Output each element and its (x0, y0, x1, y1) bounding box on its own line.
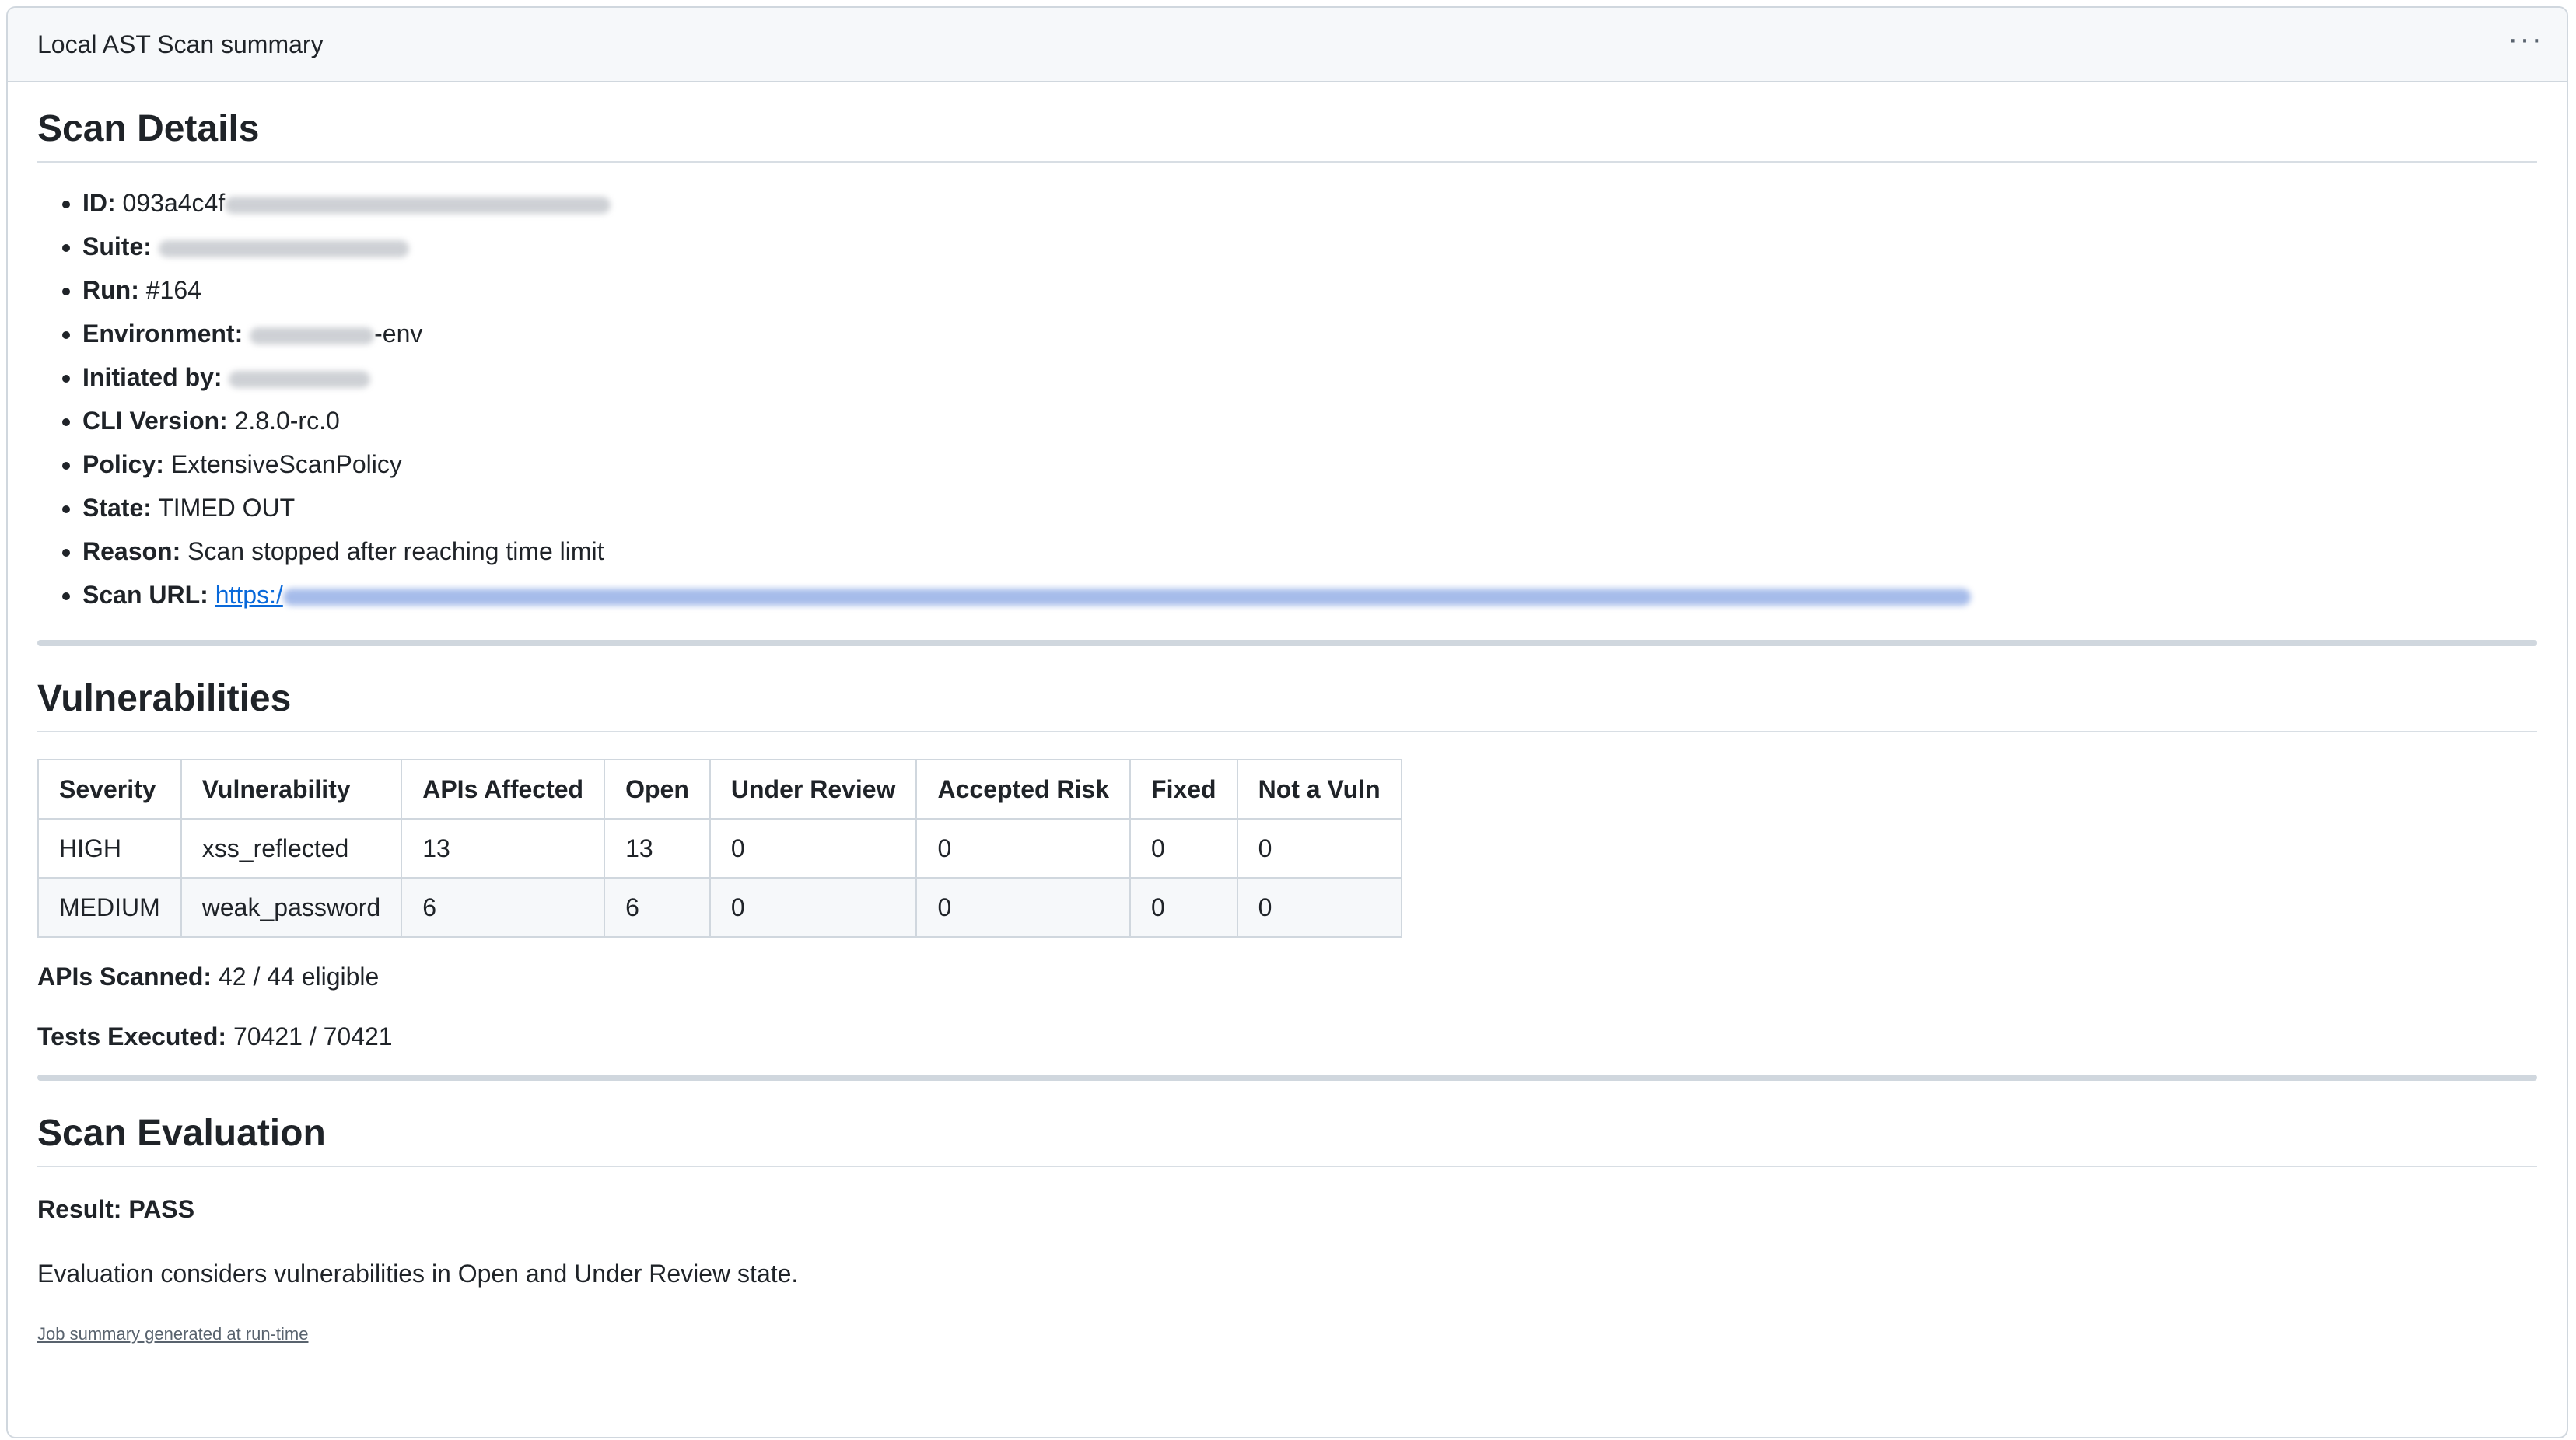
table-cell: 0 (709, 877, 918, 938)
scan-details-heading: Scan Details (37, 107, 2537, 163)
detail-value: 2.8.0-rc.0 (234, 407, 340, 435)
job-summary-card: Local AST Scan summary ··· Scan Details … (6, 6, 2568, 1438)
detail-label: Scan URL: (82, 581, 208, 609)
table-cell: 13 (401, 818, 606, 879)
stat-label: APIs Scanned: (37, 963, 212, 991)
detail-label: Policy: (82, 450, 164, 478)
more-options-icon[interactable]: ··· (2508, 23, 2543, 65)
table-cell: 13 (604, 818, 711, 879)
detail-state: State: TIMED OUT (82, 486, 2537, 530)
summary-content: Scan Details ID: 093a4c4f Suite: Run: #1… (8, 107, 2567, 1344)
stat-label: Tests Executed: (37, 1022, 227, 1050)
detail-value: Scan stopped after reaching time limit (187, 537, 604, 565)
detail-cli-version: CLI Version: 2.8.0-rc.0 (82, 399, 2537, 442)
table-cell: 0 (915, 877, 1132, 938)
section-divider (37, 640, 2537, 646)
detail-environment: Environment: -env (82, 312, 2537, 355)
detail-label: Initiated by: (82, 363, 222, 391)
column-header: Vulnerability (180, 759, 403, 820)
table-cell: 0 (1236, 877, 1402, 938)
detail-value: -env (374, 320, 423, 348)
detail-reason: Reason: Scan stopped after reaching time… (82, 530, 2537, 573)
vulnerabilities-table: Severity Vulnerability APIs Affected Ope… (37, 759, 1402, 938)
card-header: Local AST Scan summary ··· (8, 8, 2567, 82)
table-cell: 6 (401, 877, 606, 938)
job-summary-footer-link[interactable]: Job summary generated at run-time (37, 1324, 309, 1344)
table-header-row: Severity Vulnerability APIs Affected Ope… (37, 759, 1402, 820)
detail-value: ExtensiveScanPolicy (170, 450, 402, 478)
card-title: Local AST Scan summary (37, 30, 324, 58)
table-cell: 0 (1129, 877, 1238, 938)
column-header: Open (604, 759, 711, 820)
detail-label: Suite: (82, 232, 152, 260)
table-row: MEDIUM weak_password 6 6 0 0 0 0 (37, 877, 1402, 938)
detail-suite: Suite: (82, 225, 2537, 268)
redacted-text (158, 239, 409, 257)
detail-value: 093a4c4f (122, 189, 226, 217)
detail-label: State: (82, 494, 152, 522)
evaluation-result: Result: PASS (37, 1195, 195, 1223)
detail-value: TIMED OUT (158, 494, 296, 522)
table-cell: 0 (709, 818, 918, 879)
table-cell: MEDIUM (37, 877, 182, 938)
detail-label: ID: (82, 189, 116, 217)
detail-initiated-by: Initiated by: (82, 355, 2537, 399)
evaluation-note: Evaluation considers vulnerabilities in … (37, 1260, 799, 1288)
detail-label: Run: (82, 276, 139, 304)
stat-value: 42 / 44 eligible (218, 963, 380, 991)
table-cell: xss_reflected (180, 818, 403, 879)
table-cell: 6 (604, 877, 711, 938)
column-header: Severity (37, 759, 182, 820)
stat-value: 70421 / 70421 (233, 1022, 393, 1050)
column-header: APIs Affected (401, 759, 606, 820)
column-header: Under Review (709, 759, 918, 820)
detail-run: Run: #164 (82, 268, 2537, 312)
detail-label: Environment: (82, 320, 243, 348)
detail-scan-url: Scan URL: https:/ (82, 573, 2537, 617)
table-cell: 0 (1129, 818, 1238, 879)
detail-label: CLI Version: (82, 407, 228, 435)
scan-url-text: https:/ (215, 581, 283, 609)
scan-url-link[interactable]: https:/ (215, 581, 1971, 609)
tests-executed: Tests Executed: 70421 / 70421 (37, 1022, 2537, 1051)
table-cell: 0 (915, 818, 1132, 879)
column-header: Accepted Risk (915, 759, 1132, 820)
detail-label: Reason: (82, 537, 181, 565)
redacted-text (225, 196, 611, 214)
section-divider (37, 1075, 2537, 1081)
redacted-text (229, 370, 371, 388)
scan-details-list: ID: 093a4c4f Suite: Run: #164 Environmen… (37, 181, 2537, 617)
redacted-text (250, 327, 375, 344)
vulnerabilities-heading: Vulnerabilities (37, 677, 2537, 732)
redacted-link-text (282, 588, 1971, 606)
scan-evaluation-heading: Scan Evaluation (37, 1112, 2537, 1167)
table-cell: HIGH (37, 818, 182, 879)
table-cell: weak_password (180, 877, 403, 938)
detail-policy: Policy: ExtensiveScanPolicy (82, 442, 2537, 486)
column-header: Not a Vuln (1236, 759, 1402, 820)
detail-value: #164 (145, 276, 201, 304)
apis-scanned: APIs Scanned: 42 / 44 eligible (37, 963, 2537, 991)
table-cell: 0 (1236, 818, 1402, 879)
detail-id: ID: 093a4c4f (82, 181, 2537, 225)
table-row: HIGH xss_reflected 13 13 0 0 0 0 (37, 818, 1402, 879)
column-header: Fixed (1129, 759, 1238, 820)
